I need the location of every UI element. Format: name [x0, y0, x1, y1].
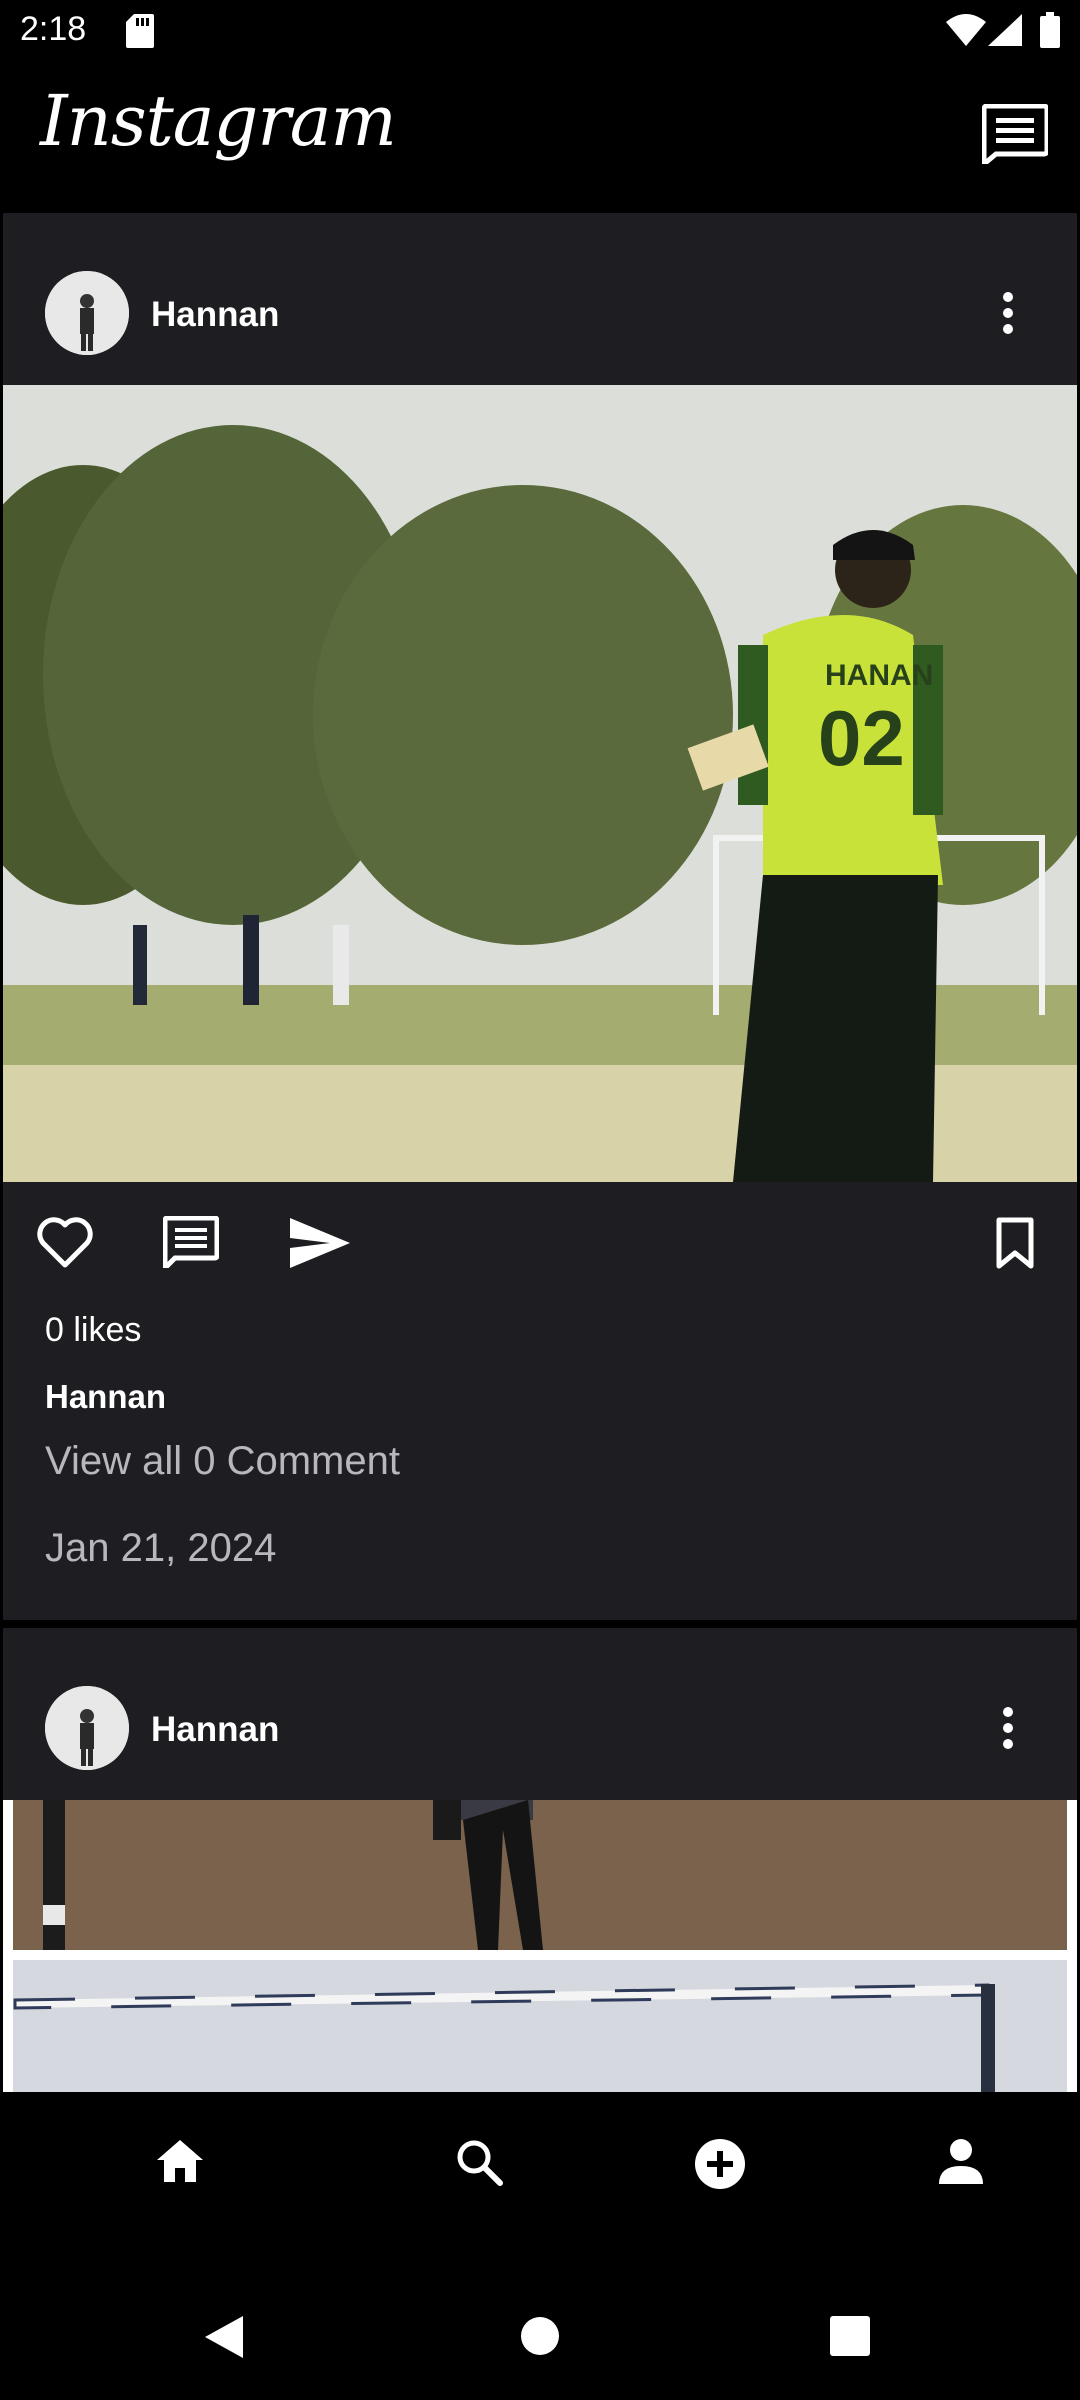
- back-icon[interactable]: [205, 2316, 245, 2358]
- recents-icon[interactable]: [830, 2316, 870, 2356]
- add-circle-icon[interactable]: [694, 2138, 746, 2190]
- status-time: 2:18: [20, 10, 87, 48]
- post-card: Hannan: [3, 1628, 1077, 2092]
- post-username[interactable]: Hannan: [151, 1710, 279, 1750]
- sd-card-icon: [126, 14, 154, 48]
- more-vertical-icon[interactable]: [993, 1698, 1023, 1758]
- avatar[interactable]: [45, 1686, 129, 1770]
- bottom-navigation: [0, 2092, 1080, 2258]
- more-vertical-icon[interactable]: [993, 283, 1023, 343]
- status-bar: 2:18: [0, 0, 1080, 64]
- search-icon[interactable]: [455, 2138, 503, 2186]
- likes-count[interactable]: 0 likes: [45, 1311, 141, 1350]
- wifi-icon: [946, 14, 986, 46]
- post-header: Hannan: [3, 213, 1077, 385]
- post-username[interactable]: Hannan: [151, 295, 279, 335]
- post-image[interactable]: [3, 1800, 1077, 2092]
- battery-icon: [1040, 12, 1060, 48]
- bookmark-icon[interactable]: [995, 1217, 1035, 1269]
- heart-icon[interactable]: [37, 1217, 93, 1269]
- post-header: Hannan: [3, 1628, 1077, 1800]
- instagram-logo: Instagram: [40, 80, 397, 162]
- messages-icon[interactable]: [982, 104, 1048, 164]
- system-navigation: [0, 2258, 1080, 2400]
- caption-username[interactable]: Hannan: [45, 1378, 166, 1416]
- home-icon[interactable]: [155, 2138, 205, 2184]
- jersey-number: 02: [818, 694, 905, 782]
- comment-icon[interactable]: [163, 1216, 219, 1268]
- profile-icon[interactable]: [938, 2138, 984, 2184]
- post-image[interactable]: HANAN 02: [3, 385, 1077, 1182]
- post-card: Hannan: [3, 213, 1077, 1620]
- avatar[interactable]: [45, 271, 129, 355]
- signal-icon: [988, 14, 1022, 46]
- send-icon[interactable]: [290, 1218, 350, 1268]
- view-comments-link[interactable]: View all 0 Comment: [45, 1439, 400, 1484]
- jersey-name: HANAN: [825, 659, 933, 692]
- home-circle-icon[interactable]: [520, 2316, 560, 2356]
- post-date: Jan 21, 2024: [45, 1526, 277, 1570]
